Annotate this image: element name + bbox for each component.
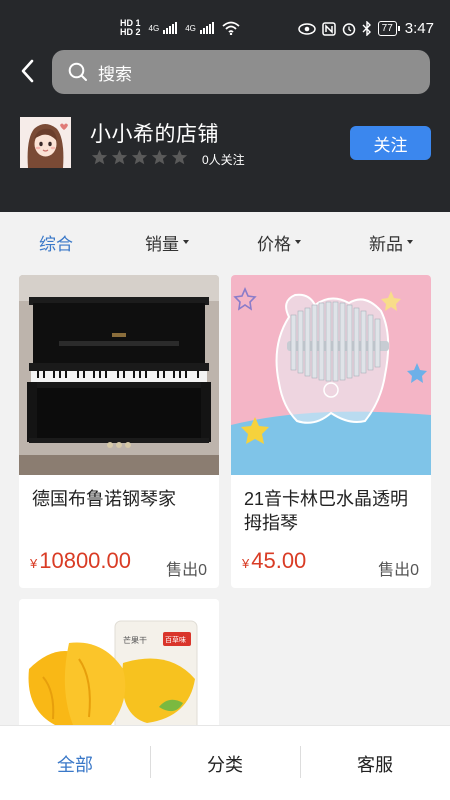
alarm-icon — [342, 22, 355, 36]
network-type-1: 4G — [148, 23, 160, 33]
chevron-left-icon — [21, 59, 34, 83]
price-value: 45.00 — [251, 548, 307, 573]
sort-tab-sales[interactable]: 销量 — [145, 230, 189, 255]
sort-bar: 综合 销量 价格 新品 — [0, 212, 450, 270]
star-icon — [151, 149, 168, 165]
sort-tab-label: 新品 — [369, 235, 403, 254]
product-card[interactable]: 德国布鲁诺钢琴家 ¥ 10800.00 售出0 — [19, 275, 219, 588]
caret-down-icon — [295, 239, 301, 244]
sort-tab-label: 价格 — [257, 235, 291, 254]
product-image — [19, 275, 219, 475]
battery-level: 77 — [381, 22, 393, 34]
shop-name: 小小希的店铺 — [90, 123, 219, 146]
bluetooth-icon — [362, 21, 371, 36]
brand-logo-text: 百草味 — [165, 635, 186, 644]
currency-symbol: ¥ — [242, 556, 250, 571]
network-type-2: 4G — [185, 23, 196, 33]
nav-label: 分类 — [207, 754, 243, 775]
product-image: 芒果干 百草味 — [19, 599, 219, 725]
caret-down-icon — [183, 239, 189, 244]
star-icon — [111, 149, 128, 165]
product-price: ¥ 45.00 — [242, 548, 306, 574]
sort-tab-comprehensive[interactable]: 综合 — [39, 230, 73, 255]
product-price: ¥ 10800.00 — [30, 548, 131, 574]
sort-tab-price[interactable]: 价格 — [257, 230, 301, 255]
star-icon — [171, 149, 188, 165]
eye-icon — [297, 22, 316, 35]
nav-category[interactable]: 分类 — [150, 726, 300, 800]
product-card[interactable]: 21音卡林巴水晶透明拇指琴 ¥ 45.00 售出0 — [231, 275, 431, 588]
signal-icon — [163, 22, 178, 34]
clock: 3:47 — [404, 20, 434, 37]
sold-count: 售出0 — [378, 562, 419, 579]
avatar-image — [20, 117, 71, 168]
sort-tab-new[interactable]: 新品 — [369, 230, 413, 255]
nav-label: 全部 — [57, 754, 93, 775]
kalimba-image — [231, 275, 431, 475]
currency-symbol: ¥ — [30, 556, 38, 571]
battery-icon: 77 — [377, 21, 400, 36]
search-placeholder: 搜索 — [98, 64, 132, 84]
search-icon — [68, 62, 87, 81]
star-icon — [131, 149, 148, 165]
wifi-icon — [222, 21, 240, 35]
star-icon — [91, 149, 108, 165]
price-value: 10800.00 — [39, 548, 131, 573]
sort-tab-label: 综合 — [39, 235, 73, 254]
sold-count: 售出0 — [166, 562, 207, 579]
nav-label: 客服 — [357, 754, 393, 775]
product-title: 21音卡林巴水晶透明拇指琴 — [244, 489, 409, 533]
follower-count: 0人关注 — [202, 153, 245, 167]
hd2-label: HD 2 — [120, 27, 141, 37]
sort-tab-label: 销量 — [145, 235, 179, 254]
search-input[interactable]: 搜索 — [52, 50, 430, 94]
dried-mango-image: 芒果干 百草味 — [19, 599, 219, 725]
shop-header: HD 1 HD 2 4G 4G 77 3:47 搜索 小小希的店铺 0人关注 关… — [0, 0, 450, 212]
follow-button[interactable]: 关注 — [350, 126, 431, 160]
caret-down-icon — [407, 239, 413, 244]
signal-icon-2 — [199, 22, 214, 34]
product-title: 德国布鲁诺钢琴家 — [32, 489, 176, 509]
shop-avatar[interactable] — [20, 117, 71, 168]
status-right: 77 3:47 — [297, 20, 434, 37]
nfc-icon — [321, 21, 336, 36]
piano-image — [19, 275, 219, 475]
back-button[interactable] — [14, 56, 40, 86]
product-card[interactable]: 芒果干 百草味 — [19, 599, 219, 725]
package-text: 芒果干 — [123, 635, 147, 645]
network-indicators: HD 1 HD 2 4G 4G — [120, 16, 240, 40]
shop-rating — [91, 149, 188, 166]
nav-customer-service[interactable]: 客服 — [300, 726, 450, 800]
nav-all[interactable]: 全部 — [0, 726, 150, 800]
status-bar: HD 1 HD 2 4G 4G 77 3:47 — [0, 0, 450, 44]
product-image — [231, 275, 431, 475]
bottom-nav: 全部 分类 客服 — [0, 725, 450, 800]
